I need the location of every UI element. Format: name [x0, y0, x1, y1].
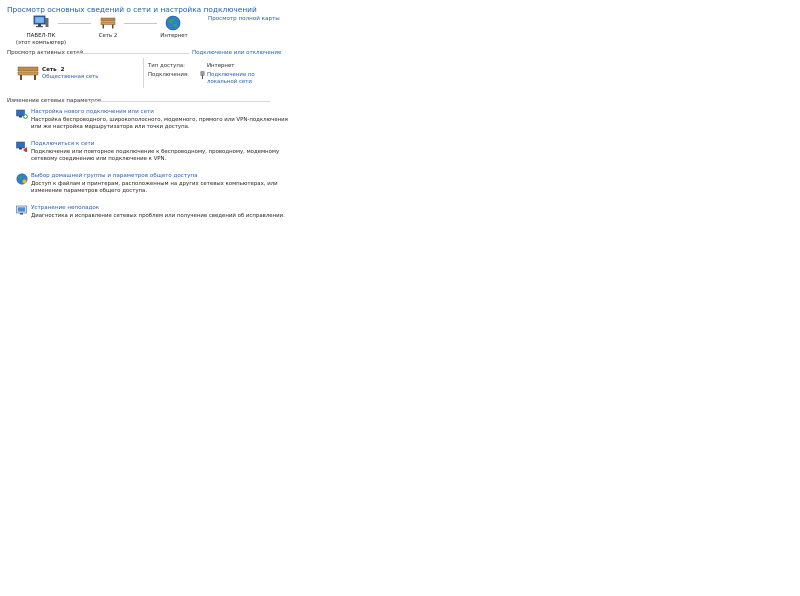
connect-disconnect-link[interactable]: Подключение или отключение: [192, 50, 281, 56]
homegroup-sharing-icon: [16, 173, 28, 185]
troubleshoot-icon: [16, 205, 27, 215]
public-network-bench-icon: [100, 17, 116, 29]
public-network-bench-icon: [17, 66, 39, 80]
full-map-link[interactable]: Просмотр полной карты: [208, 16, 280, 22]
connections-label: Подключения:: [148, 72, 189, 78]
active-network-icon: [17, 65, 39, 81]
task-homegroup[interactable]: [16, 173, 28, 185]
map-node-network-label: Сеть 2: [98, 33, 118, 39]
map-node-internet-label: Интернет: [160, 33, 188, 39]
map-node-computer-label: ПАВЕЛ-ПК: [26, 33, 56, 39]
task-connect-to-network-link[interactable]: Подключиться к сети: [31, 141, 94, 147]
task-new-connection-link[interactable]: Настройка нового подключения или сети: [31, 109, 154, 115]
map-node-internet[interactable]: [165, 15, 181, 31]
task-connect-to-network[interactable]: [16, 141, 28, 152]
connect-to-network-icon: [16, 141, 27, 152]
active-networks-divider: [143, 58, 144, 88]
task-troubleshoot-link[interactable]: Устранение неполадок: [31, 205, 99, 211]
access-type-label: Тип доступа:: [148, 63, 185, 69]
ethernet-icon: [200, 71, 205, 79]
network-type-link[interactable]: Общественная сеть: [42, 74, 98, 80]
connection-icon-wrap: [200, 71, 205, 79]
task-troubleshoot-desc-1: Диагностика и исправление сетевых пробле…: [31, 213, 285, 219]
map-node-computer-sublabel: (этот компьютер): [15, 40, 67, 46]
page-title: Просмотр основных сведений о сети и наст…: [7, 5, 257, 14]
change-settings-rule: [89, 101, 270, 102]
task-new-connection-desc-2: или же настройка маршрутизатора или точк…: [31, 124, 190, 130]
active-networks-rule: [75, 53, 189, 54]
map-node-network[interactable]: [100, 16, 116, 30]
change-settings-section-title: Изменение сетевых параметров: [7, 98, 102, 104]
task-homegroup-link[interactable]: Выбор домашней группы и параметров общег…: [31, 173, 198, 179]
task-connect-to-network-desc-2: сетевому соединению или подключение к VP…: [31, 156, 167, 162]
map-link-line-2: [124, 23, 157, 24]
active-network-name: Сеть 2: [42, 67, 65, 73]
task-homegroup-desc-2: изменение параметров общего доступа.: [31, 188, 148, 194]
map-node-computer[interactable]: [33, 15, 49, 29]
connection-link-line2[interactable]: локальной сети: [207, 79, 252, 85]
new-connection-icon: [16, 109, 28, 119]
computer-icon: [33, 15, 49, 28]
task-new-connection[interactable]: [16, 109, 28, 120]
connection-link-line1[interactable]: Подключение по: [207, 72, 255, 78]
task-troubleshoot[interactable]: [16, 205, 28, 216]
access-type-value: Интернет: [207, 63, 235, 69]
globe-icon: [165, 15, 181, 31]
active-networks-section-title: Просмотр активных сетей: [7, 50, 84, 56]
map-link-line-1: [58, 23, 91, 24]
